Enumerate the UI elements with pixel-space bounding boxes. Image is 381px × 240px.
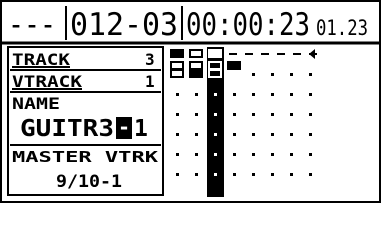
vtrack-cell-empty (252, 73, 255, 76)
vtrack-cell-empty (290, 73, 293, 76)
vtrack-cell-empty (309, 93, 312, 96)
vtrack-cell-empty (290, 133, 293, 136)
vtrack-cell-empty (233, 153, 236, 156)
vtrack-cell-empty (290, 113, 293, 116)
name-cursor-char: - (118, 115, 130, 139)
vtrack-cell-empty (271, 113, 274, 116)
vtrack-cell-empty (214, 133, 217, 136)
track-value[interactable]: 3 (145, 50, 155, 69)
vtrack-cell-empty (309, 133, 312, 136)
name-value-prefix[interactable]: GUITR3 (20, 116, 114, 142)
position-dashes: --- (8, 7, 56, 43)
vtrack-cell-empty (252, 173, 255, 176)
vtrack-cell-empty (290, 93, 293, 96)
vtrack-cell-empty (176, 113, 179, 116)
vtrack-cell-empty (309, 113, 312, 116)
vtrack-cell-empty (176, 93, 179, 96)
vtrack-cell-empty (176, 153, 179, 156)
vtrack-cell-filled (208, 49, 222, 58)
vtrack-cell-empty (195, 133, 198, 136)
vtrack-cell-empty (233, 93, 236, 96)
vtrack-cell-filled (189, 69, 203, 78)
vtrack-cell-empty (309, 153, 312, 156)
vtrack-cell-empty (252, 133, 255, 136)
subframes: 01.23 (316, 16, 368, 40)
vtrack-cell-empty (233, 173, 236, 176)
vtrack-cell-empty (214, 173, 217, 176)
master-vtrk-value[interactable]: 9/10-1 (56, 172, 122, 192)
name-label: NAME (12, 94, 60, 113)
vtrack-cell-empty (195, 113, 198, 116)
lcd-screen: --- 012-03 00:00:23 01.23 TRACK 3 VTRACK… (0, 0, 381, 203)
vtrack-cell-empty (271, 153, 274, 156)
vtrack-cell-empty (271, 173, 274, 176)
bar-beat-tick: 012-03 (70, 7, 178, 43)
name-value-suffix[interactable]: 1 (134, 116, 148, 142)
vtrack-cell-empty (214, 93, 217, 96)
timecode: 00:00:23 (186, 7, 310, 43)
vtrack-cell-empty (252, 153, 255, 156)
vtrack-cell-empty (271, 93, 274, 96)
vtrack-cell-empty (195, 93, 198, 96)
vtrack-value[interactable]: 1 (145, 72, 155, 91)
vtrack-cell-empty (271, 73, 274, 76)
vtrack-cell-empty (290, 153, 293, 156)
vtrack-cell-empty (233, 133, 236, 136)
vtrack-cell-filled (227, 61, 241, 70)
vtrack-cell-empty (309, 173, 312, 176)
vtrack-cell-empty (214, 153, 217, 156)
vtrack-cell-empty (195, 173, 198, 176)
vtrack-cell-empty (309, 73, 312, 76)
vtrack-cell-empty (290, 173, 293, 176)
vtrack-cell-empty (271, 133, 274, 136)
vtrack-cell-empty (214, 113, 217, 116)
master-vtrk-label: MASTER VTRK (12, 148, 158, 166)
vtrack-cell-empty (176, 133, 179, 136)
vtrack-cell-empty (233, 113, 236, 116)
vtrack-cell-empty (195, 153, 198, 156)
vtrack-cell-empty (252, 93, 255, 96)
vtrack-cell-filled (170, 49, 184, 58)
vtrack-cell-empty (252, 113, 255, 116)
vtrack-cell-empty (176, 173, 179, 176)
